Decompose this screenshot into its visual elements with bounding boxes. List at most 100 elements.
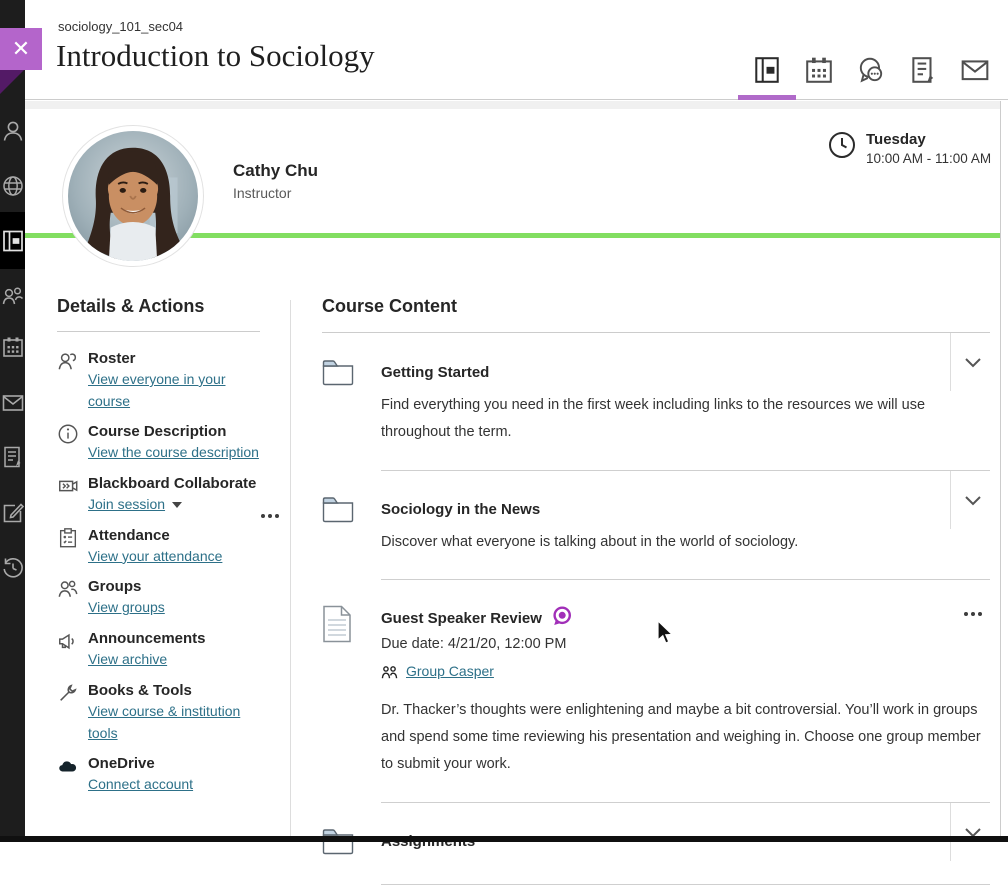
conversation-badge-icon[interactable]: [551, 605, 573, 632]
list-item-roster: Roster View everyone in your course: [57, 348, 265, 412]
tab-content[interactable]: [741, 44, 793, 100]
groups-link[interactable]: View groups: [88, 599, 165, 615]
item-title: Roster: [88, 348, 265, 369]
divider: [381, 884, 990, 885]
item-title: Course Description: [88, 421, 265, 442]
attendance-link[interactable]: View your attendance: [88, 548, 222, 564]
tab-messages[interactable]: [949, 44, 1001, 100]
list-item-groups: Groups View groups: [57, 576, 265, 619]
course-content-heading: Course Content: [322, 296, 990, 317]
globe-icon[interactable]: [1, 174, 25, 198]
course-content-icon[interactable]: [1, 229, 25, 253]
panel-divider: [290, 300, 291, 836]
content-row-getting-started[interactable]: Getting Started Find everything you need…: [322, 333, 990, 470]
content-icon: [752, 55, 782, 90]
item-title: Groups: [88, 576, 265, 597]
announcements-link[interactable]: View archive: [88, 651, 167, 667]
item-title: Blackboard Collaborate: [88, 473, 265, 494]
tab-calendar[interactable]: [793, 44, 845, 100]
messages-icon: [960, 55, 990, 90]
folder-icon: [322, 496, 381, 556]
books-tools-link[interactable]: View course & institution tools: [88, 703, 240, 741]
gradebook-icon: [908, 55, 938, 90]
groups-icon[interactable]: [1, 284, 25, 308]
mouse-cursor: [656, 620, 676, 653]
details-actions-panel: Details & Actions Roster View everyone i…: [57, 296, 265, 805]
content-description: Discover what everyone is talking about …: [381, 529, 944, 556]
instructor-role: Instructor: [233, 185, 291, 201]
folder-icon: [322, 359, 381, 446]
messages-icon[interactable]: [1, 391, 25, 415]
guest-review-more-options-button[interactable]: [964, 612, 982, 616]
row-separator: [950, 333, 951, 391]
history-icon[interactable]: [1, 556, 25, 580]
chevron-down-icon[interactable]: [962, 489, 984, 511]
list-item-onedrive: OneDrive Connect account: [57, 753, 265, 796]
schedule-day: Tuesday: [866, 131, 991, 148]
window-bottom-edge: [0, 836, 1008, 842]
row-separator: [950, 803, 951, 861]
join-session-link[interactable]: Join session: [88, 496, 165, 512]
item-title: Attendance: [88, 525, 265, 546]
course-header: sociology_101_sec04 Introduction to Soci…: [25, 0, 1008, 100]
onedrive-link[interactable]: Connect account: [88, 776, 193, 792]
chevron-down-icon[interactable]: [962, 351, 984, 373]
content-row-assignments[interactable]: Assignments: [322, 803, 990, 884]
collaborate-camera-icon: [57, 473, 88, 516]
chevron-down-icon[interactable]: [172, 502, 182, 508]
gradebook-icon[interactable]: [1, 445, 25, 469]
instructor-avatar[interactable]: [63, 126, 203, 266]
wrench-icon: [57, 680, 88, 744]
tab-discussions[interactable]: [845, 44, 897, 100]
profile-icon[interactable]: [1, 119, 25, 143]
content-title[interactable]: Sociology in the News: [381, 501, 990, 518]
header-shadow-band: [25, 101, 1008, 109]
list-item-attendance: Attendance View your attendance: [57, 525, 265, 568]
app-navigation-rail: [0, 0, 25, 842]
page-title: Introduction to Sociology: [56, 38, 375, 74]
group-casper-link[interactable]: Group Casper: [406, 661, 494, 683]
info-icon: [57, 421, 88, 464]
row-separator: [950, 471, 951, 529]
course-content-panel: Course Content Getting Started Find ever…: [322, 296, 990, 885]
folder-icon: [322, 828, 381, 860]
tab-gradebook[interactable]: [897, 44, 949, 100]
announcements-icon: [57, 628, 88, 671]
onedrive-cloud-icon: [57, 753, 88, 796]
divider: [57, 331, 260, 332]
item-title: Announcements: [88, 628, 265, 649]
calendar-icon: [804, 55, 834, 90]
list-item-announcements: Announcements View archive: [57, 628, 265, 671]
roster-link[interactable]: View everyone in your course: [88, 371, 225, 409]
groups-icon: [57, 576, 88, 619]
course-description-link[interactable]: View the course description: [88, 444, 259, 460]
list-item-collaborate: Blackboard Collaborate Join session: [57, 473, 265, 516]
details-actions-heading: Details & Actions: [57, 296, 265, 317]
close-course-button[interactable]: ✕: [0, 28, 42, 70]
content-description: Find everything you need in the first we…: [381, 392, 944, 446]
compose-icon[interactable]: [1, 501, 25, 525]
clock-icon: [828, 131, 856, 159]
document-icon: [322, 605, 381, 777]
instructor-name: Cathy Chu: [233, 161, 318, 181]
content-title[interactable]: Guest Speaker Review: [381, 610, 542, 627]
content-row-sociology-news[interactable]: Sociology in the News Discover what ever…: [322, 471, 990, 580]
schedule-time: 10:00 AM - 11:00 AM: [866, 151, 991, 166]
list-item-course-description: Course Description View the course descr…: [57, 421, 265, 464]
content-row-guest-speaker-review[interactable]: Guest Speaker Review Due date: 4/21/20, …: [322, 580, 990, 801]
item-title: OneDrive: [88, 753, 265, 774]
item-title: Books & Tools: [88, 680, 265, 701]
calendar-icon[interactable]: [1, 335, 25, 359]
discussions-icon: [856, 55, 886, 90]
course-id: sociology_101_sec04: [58, 19, 183, 34]
group-icon: [381, 664, 398, 681]
attendance-icon: [57, 525, 88, 568]
scrollbar-gutter[interactable]: [1000, 101, 1008, 836]
list-item-books-tools: Books & Tools View course & institution …: [57, 680, 265, 744]
content-description: Dr. Thacker’s thoughts were enlightening…: [381, 697, 987, 777]
roster-icon: [57, 348, 88, 412]
close-button-fold: [0, 70, 24, 94]
content-title[interactable]: Getting Started: [381, 364, 990, 381]
due-date: Due date: 4/21/20, 12:00 PM: [381, 636, 990, 652]
course-tab-bar: [741, 44, 1001, 100]
